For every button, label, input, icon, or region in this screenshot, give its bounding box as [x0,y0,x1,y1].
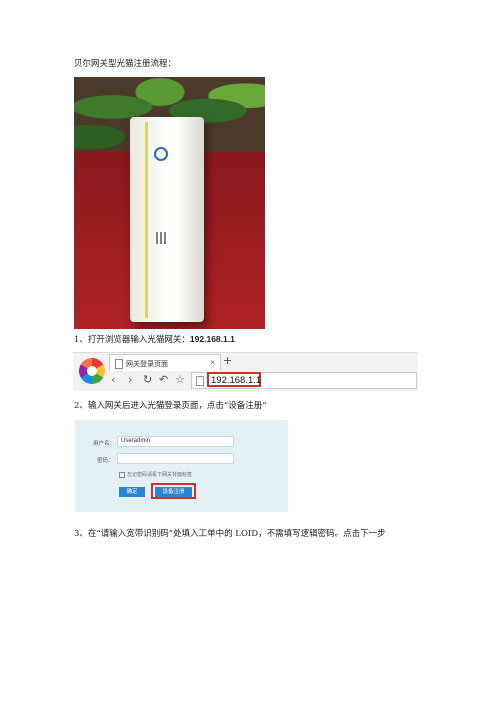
telecom-logo-icon [154,147,168,161]
back-icon[interactable]: ‹ [111,374,115,385]
step-3-text: 3、在“请输入宽带识别码”处填入工单中的 LOID，不需填写逻辑密码。点击下一步 [74,529,386,539]
modem-device [130,117,204,322]
reload-icon[interactable]: ↻ [143,374,152,385]
step-1-ip: 192.168.1.1 [189,334,235,344]
step-1-label: 1、打开浏览器输入光猫网关： [74,335,190,345]
tab-close-icon[interactable]: × [210,358,215,367]
star-icon[interactable]: ☆ [175,374,185,385]
password-field[interactable] [117,453,234,464]
step-2-text: 2、输入网关后进入光猫登录页面，点击“设备注册” [74,401,267,411]
password-hint: 忘记密码请看下网关背面标签 [119,471,192,478]
username-label: 用户名： [93,441,116,447]
undo-icon[interactable]: ↶ [159,374,168,385]
address-text[interactable]: 192.168.1.1 [211,375,261,386]
address-bar[interactable]: 192.168.1.1 [191,372,417,389]
qr-code-icon [156,232,168,244]
browser-tab[interactable]: 网关登录页面 × [109,354,221,371]
step-1-text: 1、打开浏览器输入光猫网关：192.168.1.1 [74,335,235,345]
new-tab-icon[interactable]: + [223,354,232,367]
modem-stripe [145,122,148,318]
browser-logo-icon [79,358,105,384]
password-label: 密码： [97,458,114,464]
forward-icon[interactable]: › [128,374,132,385]
tab-title: 网关登录页面 [126,361,168,368]
doc-title: 贝尔网关型光猫注册流程： [74,59,177,69]
confirm-button[interactable]: 确定 [119,487,145,497]
username-value: Useradmin [121,438,151,444]
page-icon [196,376,204,386]
modem-photo [74,77,265,329]
username-field[interactable]: Useradmin [117,436,234,447]
page-icon [115,359,123,369]
login-panel: 用户名： Useradmin 密码： 忘记密码请看下网关背面标签 确定 设备注册 [75,420,288,512]
register-highlight-box [151,483,196,499]
browser-screenshot: 网关登录页面 × + ‹ › ↻ ↶ ☆ 192.168.1.1 [73,352,418,391]
